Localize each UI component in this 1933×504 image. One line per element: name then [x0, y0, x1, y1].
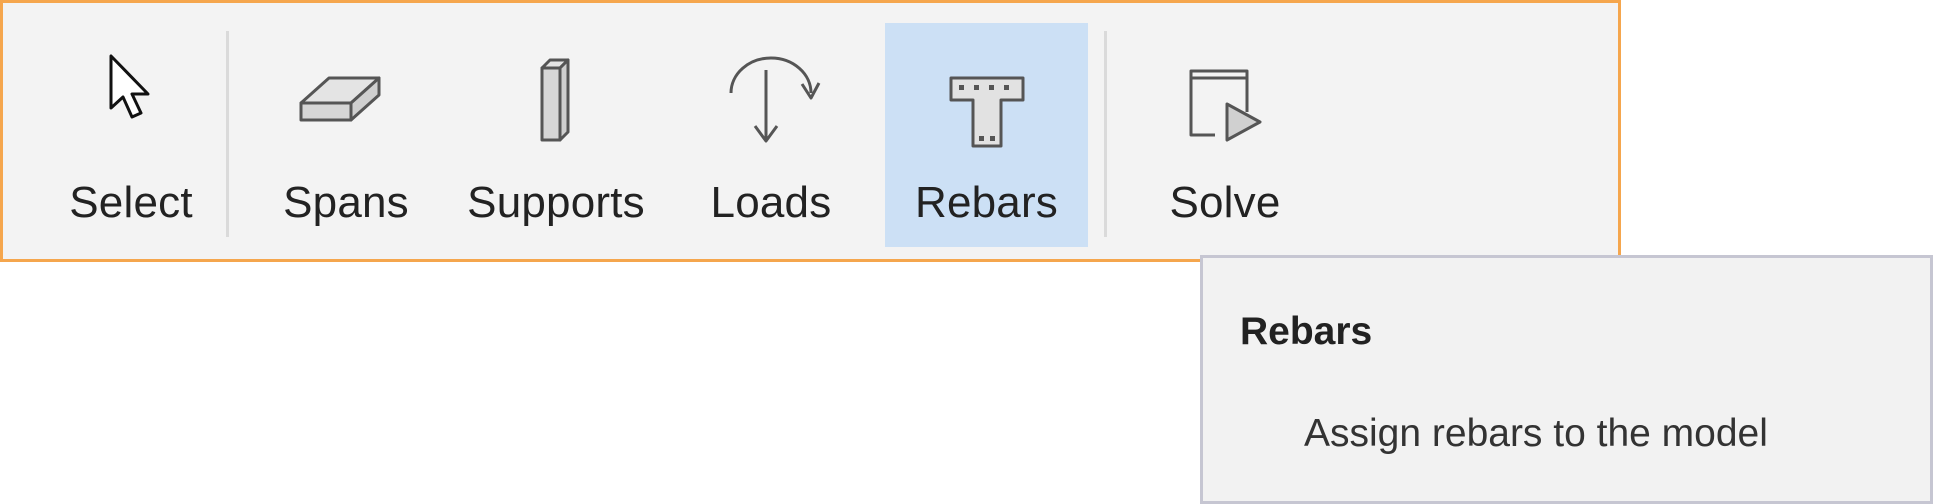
select-label: Select: [69, 178, 193, 227]
cursor-arrow-icon: [109, 54, 150, 119]
ribbon-toolbar: Select Spans Supports Loads Rebars Solve: [0, 0, 1621, 262]
column-support-icon: [540, 58, 570, 142]
solve-label: Solve: [1169, 178, 1281, 227]
loads-button[interactable]: Loads: [666, 23, 876, 247]
rebars-button[interactable]: Rebars: [885, 23, 1088, 247]
supports-button[interactable]: Supports: [456, 23, 656, 247]
beam-slab-icon: [299, 76, 381, 122]
solve-play-icon: [1189, 69, 1262, 142]
load-arrow-icon: [729, 56, 821, 143]
spans-button[interactable]: Spans: [246, 23, 446, 247]
supports-label: Supports: [467, 178, 645, 227]
rebars-label: Rebars: [914, 178, 1059, 227]
spans-label: Spans: [283, 178, 409, 227]
loads-label: Loads: [710, 178, 832, 227]
tooltip-description: Assign rebars to the model: [1304, 412, 1768, 455]
tooltip-title: Rebars: [1240, 310, 1373, 353]
separator: [1104, 31, 1107, 237]
select-button[interactable]: Select: [31, 23, 231, 247]
rebar-section-icon: [949, 76, 1024, 148]
separator: [226, 31, 229, 237]
rebars-tooltip: Rebars Assign rebars to the model: [1200, 255, 1933, 504]
solve-button[interactable]: Solve: [1125, 23, 1325, 247]
